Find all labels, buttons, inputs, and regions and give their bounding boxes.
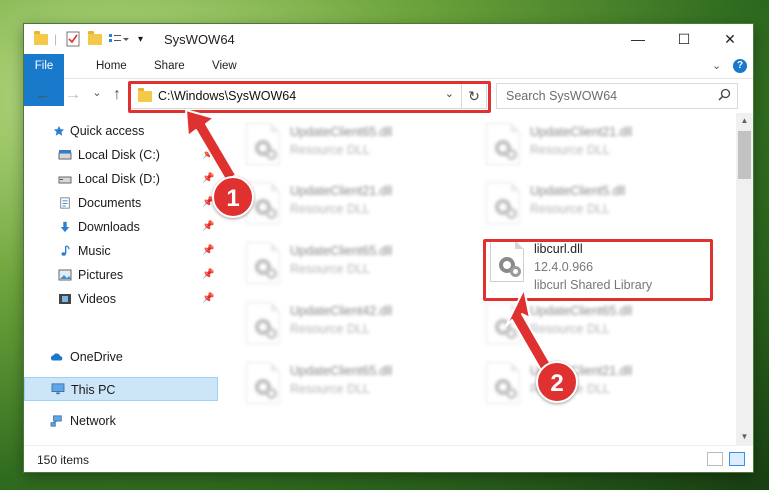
annotation-arrows — [185, 109, 553, 373]
step-badge-1: 1 — [212, 176, 254, 218]
arrow-2 — [505, 288, 553, 373]
step-badge-2: 2 — [536, 361, 578, 403]
arrow-1 — [185, 109, 237, 182]
